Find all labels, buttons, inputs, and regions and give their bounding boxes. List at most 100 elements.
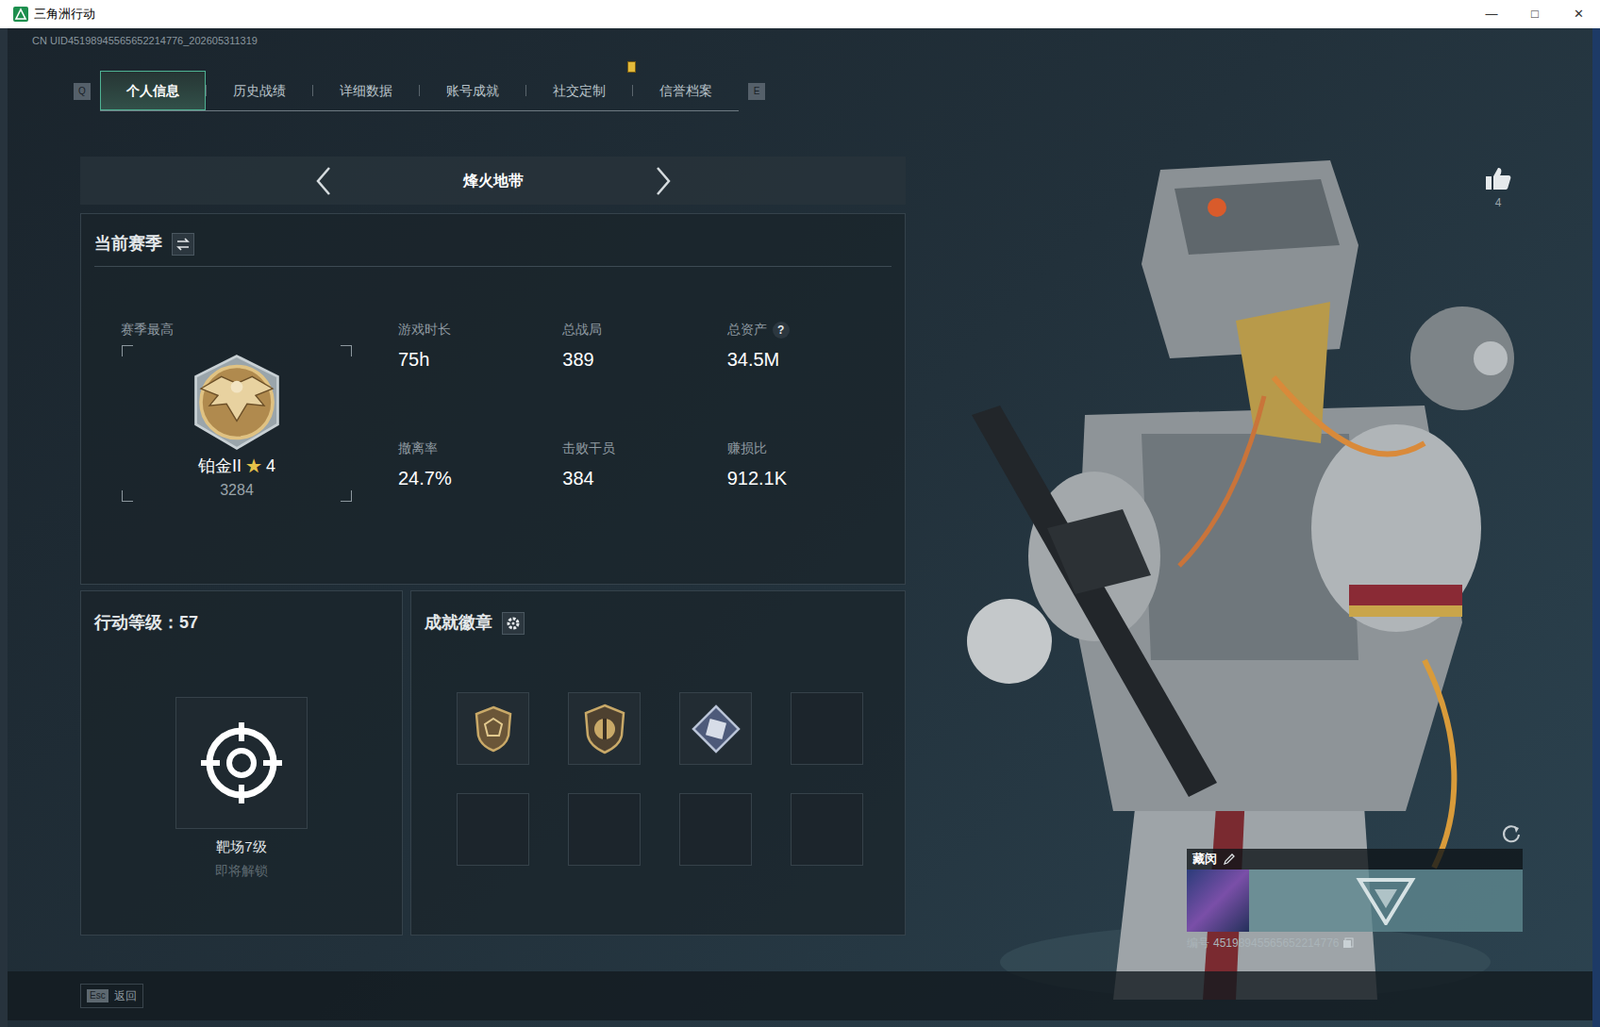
id-label: 编号 (1186, 934, 1210, 952)
mode-switcher: 烽火地带 (80, 156, 906, 205)
tab-label: 历史战绩 (233, 81, 286, 101)
badge-grid (424, 692, 892, 867)
rank-stars: 4 (266, 453, 276, 480)
stat-label: 总资产 (727, 319, 767, 340)
game-screen: 4 藏闵 编号 45198945565652214776 CN UID451 (7, 28, 1593, 1027)
rank-score: 3284 (219, 479, 254, 502)
stat: 撤离率 24.7% (398, 438, 563, 503)
notice-marker (627, 61, 636, 73)
badge-slot[interactable] (567, 692, 641, 766)
stat: 游戏时长 75h (398, 319, 563, 384)
stat: 击败干员 384 (562, 438, 727, 503)
tab[interactable]: 详细数据 (313, 70, 419, 111)
window-control[interactable]: — (1469, 0, 1514, 29)
chevron-right-icon[interactable] (653, 166, 673, 197)
avatar (1186, 869, 1250, 933)
level-panel: 行动等级： 57 靶场7级 即将解锁 (80, 590, 403, 936)
stat-header: 游戏时长 (398, 319, 563, 340)
back-label: 返回 (114, 987, 137, 1005)
badges-title: 成就徽章 (424, 610, 493, 636)
window-title: 三角洲行动 (33, 4, 96, 24)
help-icon[interactable]: ? (772, 321, 790, 339)
stat-value: 384 (562, 464, 727, 493)
stat-header: 总资产? (727, 319, 892, 340)
stat-label: 总战局 (562, 319, 602, 340)
silver-diamond-icon (691, 704, 741, 754)
rank-name: 铂金II (198, 453, 242, 480)
tab-separator (632, 84, 634, 97)
tab[interactable]: 账号成就 (419, 70, 526, 111)
level-label: 行动等级： (94, 610, 180, 636)
unlock-status: 即将解锁 (215, 861, 268, 882)
badge-slot[interactable] (679, 692, 752, 766)
stat-label: 赚损比 (727, 438, 767, 459)
badge-slot (679, 793, 752, 867)
gear-icon[interactable] (501, 612, 525, 635)
tab[interactable]: 信誉档案 (633, 70, 739, 111)
window-control[interactable]: ✕ (1556, 0, 1600, 29)
tab-label: 社交定制 (552, 81, 606, 101)
stat-header: 撤离率 (398, 438, 563, 459)
next-unlock: 靶场7级 (216, 836, 267, 859)
badge-slot (456, 793, 530, 867)
like-widget[interactable]: 4 (1484, 166, 1512, 212)
bronze-shield-icon (472, 705, 515, 753)
best-label: 赛季最高 (120, 319, 398, 340)
tab-separator (312, 84, 314, 97)
swap-icon[interactable] (171, 233, 195, 256)
stat-header: 击败干员 (562, 438, 727, 459)
stat-value: 34.5M (727, 345, 892, 374)
stat: 总资产? 34.5M (727, 319, 892, 384)
stat-header: 赚损比 (727, 438, 892, 459)
tab-label: 详细数据 (339, 81, 393, 101)
unlock-box (175, 697, 308, 830)
tab[interactable]: 个人信息 (100, 70, 206, 111)
tab[interactable]: 历史战绩 (206, 70, 313, 111)
badges-panel: 成就徽章 (410, 590, 906, 936)
prev-key[interactable]: Q (73, 83, 91, 100)
tab[interactable]: 社交定制 (526, 70, 633, 111)
next-key[interactable]: E (748, 83, 766, 100)
esc-key: Esc (86, 989, 109, 1003)
stat-label: 击败干员 (562, 438, 616, 459)
stat-value: 75h (398, 345, 563, 374)
back-button[interactable]: Esc 返回 (80, 983, 144, 1009)
refresh-icon[interactable] (1500, 823, 1522, 845)
edit-icon[interactable] (1222, 852, 1236, 867)
target-icon (199, 720, 284, 806)
title-bar: 三角洲行动 —□✕ (0, 0, 1600, 29)
badge-slot[interactable] (456, 692, 530, 766)
stats-grid: 游戏时长 75h 总战局 389总资产? 34.5M 撤离率 24.7% 击败干员 384赚损比… (397, 319, 892, 502)
thumbs-up-icon[interactable] (1484, 166, 1512, 191)
season-title: 当前赛季 (94, 231, 163, 257)
rank-star: ★ (245, 453, 263, 480)
rank-badge-icon (178, 352, 296, 452)
level-value: 57 (179, 610, 199, 636)
bronze-emblem-icon (582, 703, 628, 755)
stat-header: 总战局 (562, 319, 727, 340)
copy-icon[interactable] (1342, 937, 1354, 950)
bottom-bar: Esc 返回 (7, 971, 1593, 1021)
chevron-left-icon[interactable] (314, 166, 334, 197)
stat-label: 游戏时长 (398, 319, 451, 340)
stat-label: 撤离率 (398, 438, 438, 459)
stat-value: 389 (562, 345, 727, 374)
badge-slot (790, 692, 864, 766)
name-card[interactable]: 藏闵 编号 45198945565652214776 (1186, 849, 1523, 952)
stat-value: 24.7% (398, 464, 563, 493)
tab-label: 账号成就 (446, 81, 500, 101)
uid-text: CN UID45198945565652214776_202605311319 (7, 28, 1593, 50)
like-count: 4 (1495, 194, 1502, 212)
mode-label: 烽火地带 (446, 169, 541, 193)
player-name: 藏闵 (1192, 850, 1217, 869)
window-control[interactable]: □ (1513, 0, 1557, 29)
card-banner (1249, 869, 1523, 933)
tab-separator (418, 84, 420, 97)
badge-slot (567, 793, 641, 867)
player-id: 45198945565652214776 (1213, 934, 1339, 952)
season-panel: 当前赛季 赛季最高 (80, 213, 906, 585)
tab-separator (525, 84, 527, 97)
delta-logo-icon (1355, 876, 1417, 926)
stat: 总战局 389 (562, 319, 727, 384)
tab-bar: 个人信息 历史战绩 详细数据 账号成就 社交定制 信誉档案 (100, 70, 739, 112)
